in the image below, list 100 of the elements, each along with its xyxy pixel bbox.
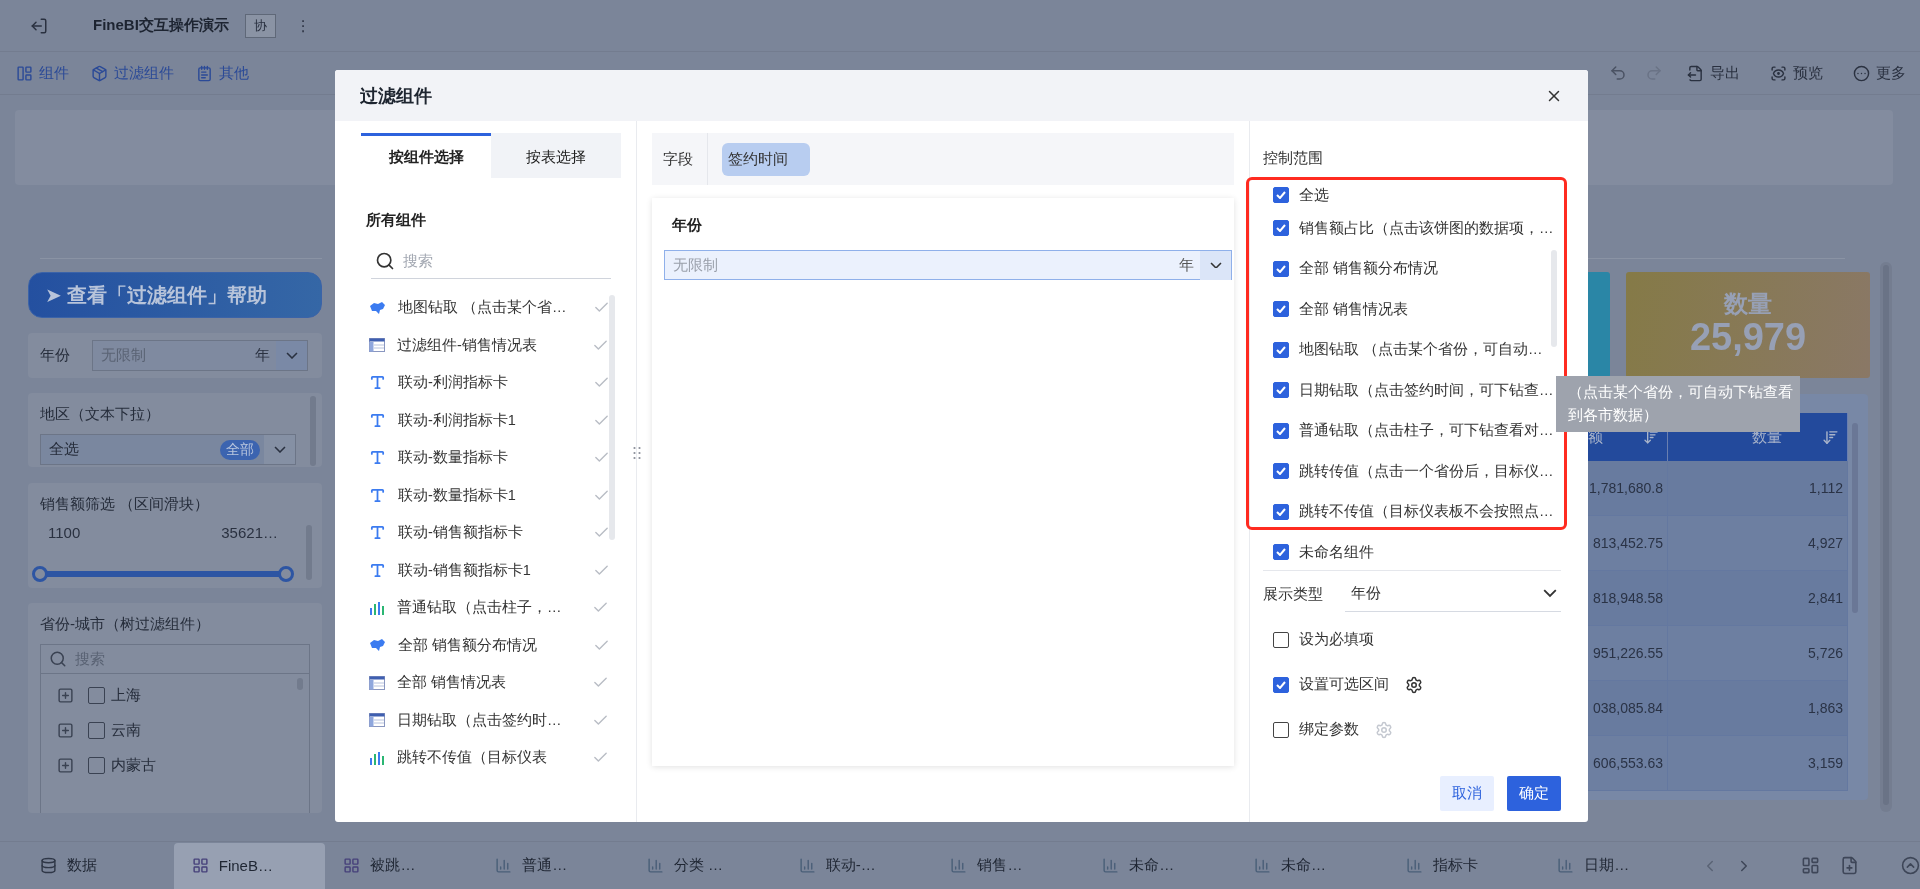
text-type-icon <box>369 524 386 542</box>
checkbox[interactable] <box>1273 422 1289 439</box>
checkbox[interactable] <box>1273 463 1289 480</box>
component-item[interactable]: 联动-数量指标卡1 <box>361 476 621 514</box>
list-title: 所有组件 <box>365 211 427 230</box>
table-cell: 1,112 <box>1668 461 1848 515</box>
tab[interactable]: 按表选择 <box>491 133 621 178</box>
toolbar-button[interactable]: 导出 <box>1687 63 1740 83</box>
sheet-tab[interactable]: 未命… <box>1235 842 1388 889</box>
checkbox[interactable] <box>1273 544 1289 561</box>
checkbox[interactable] <box>1273 260 1289 277</box>
component-item[interactable]: 联动-利润指标卡 <box>361 364 621 402</box>
sheet-tab[interactable]: 分类 … <box>628 842 781 889</box>
toolbar-button[interactable]: 组件 <box>16 63 69 83</box>
component-item[interactable]: 普通钻取（点击柱子，… <box>361 589 621 627</box>
checkbox[interactable] <box>88 757 105 774</box>
confirm-button[interactable]: 确定 <box>1507 776 1561 811</box>
expand-icon[interactable] <box>57 722 74 739</box>
component-item[interactable]: 日期钻取（点击签约时… <box>361 701 621 739</box>
checkbox[interactable] <box>1273 220 1289 237</box>
component-item[interactable]: 全部 销售额分布情况 <box>361 626 621 664</box>
checkbox-label: 日期钻取（点击签约时间，可下钻查… <box>1299 380 1554 400</box>
text-type-icon <box>369 411 386 429</box>
checkmark-icon <box>1276 548 1286 557</box>
more-menu[interactable]: ⋮ <box>295 16 311 35</box>
component-item[interactable]: 联动-数量指标卡 <box>361 439 621 477</box>
filter-title: 销售额筛选 （区间滑块） <box>40 495 211 514</box>
checkbox-label: 设置可选区间 <box>1299 675 1389 694</box>
range-slider[interactable] <box>32 566 294 582</box>
checkbox-label: 全选 <box>1299 185 1329 205</box>
sort-icon[interactable] <box>1822 428 1839 446</box>
component-item[interactable]: 联动-利润指标卡1 <box>361 401 621 439</box>
drag-handle-icon[interactable] <box>633 446 641 462</box>
checkbox[interactable] <box>1273 676 1289 693</box>
range-min: 1100 <box>48 524 81 541</box>
checkbox[interactable] <box>1273 187 1289 203</box>
expand-icon[interactable] <box>57 757 74 774</box>
field-chip[interactable]: 签约时间 <box>722 142 810 176</box>
sheet-tab[interactable]: 普通… <box>477 842 629 889</box>
chevron-down-icon <box>1543 589 1557 598</box>
map-icon <box>369 300 386 315</box>
table-cell: 3,159 <box>1668 736 1848 790</box>
component-item[interactable]: 过滤组件-销售情况表 <box>361 326 621 364</box>
chart-icon <box>950 857 968 874</box>
checkmark-icon <box>1276 680 1286 689</box>
tree-node-label[interactable]: 上海 <box>111 686 141 705</box>
checkbox-label: 跳转传值（点击一个省份后，目标仪… <box>1299 461 1554 481</box>
sheet-tab[interactable]: 指标卡 <box>1387 842 1540 889</box>
cancel-button[interactable]: 取消 <box>1440 776 1494 811</box>
search-field[interactable]: 搜索 <box>371 244 611 279</box>
sheet-tab[interactable]: FineB… <box>173 842 326 889</box>
display-type-select[interactable]: 年份 <box>1345 576 1561 612</box>
checkbox[interactable] <box>1273 631 1289 648</box>
more-icon <box>1853 64 1870 82</box>
filter-title: 省份-城市（树过滤组件） <box>40 615 211 634</box>
checkbox-label: 跳转不传值（目标仪表板不会按照点… <box>1299 502 1554 522</box>
component-item[interactable]: 地图钻取 （点击某个省… <box>361 289 621 327</box>
exit-icon[interactable] <box>30 16 48 35</box>
add-sheet-icon[interactable] <box>1840 856 1860 875</box>
sheet-tab[interactable]: 数据 <box>22 842 174 889</box>
sheet-tab[interactable]: 日期… <box>1539 842 1692 889</box>
settings-icon[interactable] <box>1405 675 1423 694</box>
checkbox[interactable] <box>1273 503 1289 520</box>
tree-node-label[interactable]: 内蒙古 <box>111 756 156 775</box>
tree-node-label[interactable]: 云南 <box>111 721 141 740</box>
undo-icon[interactable] <box>1609 64 1627 82</box>
region-select[interactable]: 全选 全部 <box>40 434 296 465</box>
toolbar-button[interactable]: 其他 <box>196 63 249 83</box>
checkbox[interactable] <box>1273 341 1289 358</box>
add-dashboard-icon[interactable] <box>1801 856 1821 875</box>
checkbox[interactable] <box>1273 382 1289 399</box>
collapse-icon[interactable] <box>1901 856 1920 875</box>
component-item[interactable]: 跳转不传值（目标仪表 <box>361 739 621 771</box>
checkmark-icon <box>1276 305 1286 314</box>
expand-icon[interactable] <box>57 687 74 704</box>
checkbox[interactable] <box>1273 301 1289 318</box>
sheet-tab[interactable]: 被跳… <box>325 842 478 889</box>
sheet-tab[interactable]: 销售… <box>932 842 1085 889</box>
checkmark-icon <box>1276 345 1286 354</box>
slider-thumb[interactable] <box>32 566 48 582</box>
component-item[interactable]: 联动-销售额指标卡 <box>361 514 621 552</box>
toolbar-button[interactable]: 预览 <box>1770 63 1823 83</box>
component-item[interactable]: 全部 销售情况表 <box>361 664 621 702</box>
sheet-tab[interactable]: 联动-… <box>780 842 933 889</box>
toolbar-button[interactable]: 过滤组件 <box>91 63 174 83</box>
slider-thumb[interactable] <box>278 566 294 582</box>
component-item[interactable]: 联动-销售额指标卡1 <box>361 551 621 589</box>
chart-icon <box>798 857 816 874</box>
checkbox-label: 未命名组件 <box>1299 542 1374 562</box>
range-max: 35621… <box>221 524 278 541</box>
collab-tag[interactable]: 协 <box>244 13 276 38</box>
year-select[interactable]: 无限制 年 <box>664 250 1232 280</box>
toolbar-button[interactable]: 更多 <box>1853 63 1906 83</box>
sheet-tab[interactable]: 未命… <box>1084 842 1236 889</box>
bar-chart-icon <box>369 600 385 615</box>
checkbox[interactable] <box>88 687 105 704</box>
checkbox[interactable] <box>88 722 105 739</box>
text-type-icon <box>369 374 386 392</box>
checkmark-icon <box>1276 191 1286 199</box>
help-button[interactable]: ➤ 查看「过滤组件」帮助 <box>28 272 322 318</box>
